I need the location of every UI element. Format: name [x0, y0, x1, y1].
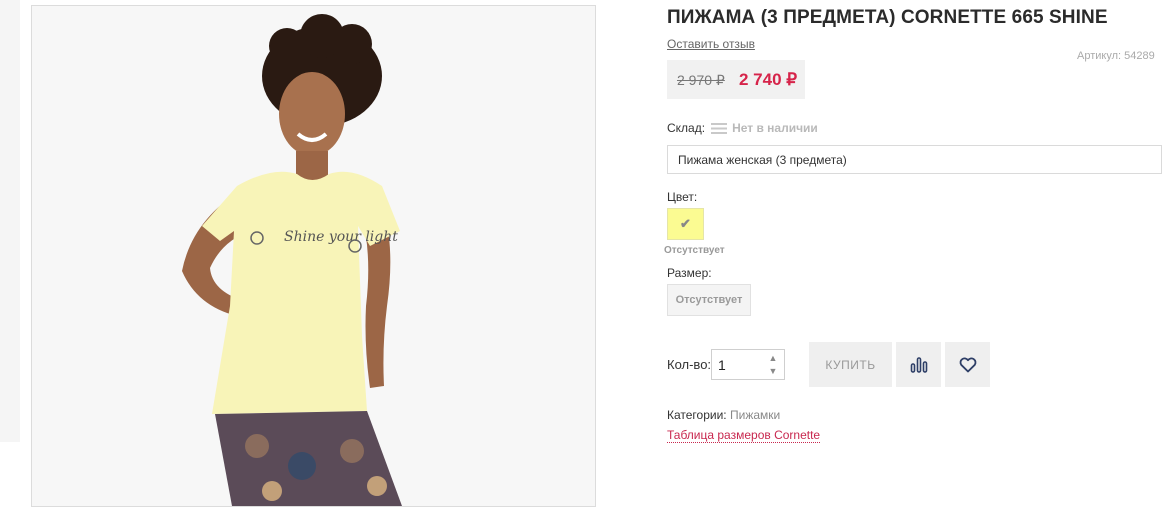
chevron-up-icon[interactable]: ▲: [766, 352, 780, 364]
categories-label: Категории:: [667, 408, 727, 422]
chevron-down-icon[interactable]: ▼: [766, 365, 780, 377]
checkmark-icon: ✔: [680, 216, 691, 231]
color-label: Цвет:: [667, 190, 698, 204]
buy-button[interactable]: КУПИТЬ: [809, 342, 892, 387]
leave-review-link[interactable]: Оставить отзыв: [667, 37, 755, 51]
size-table-link[interactable]: Таблица размеров Cornette: [667, 428, 821, 443]
product-title: ПИЖАМА (3 ПРЕДМЕТА) CORNETTE 665 SHINE: [667, 7, 1108, 28]
product-image[interactable]: Shine your light: [31, 5, 596, 507]
quantity-stepper: ▲ ▼: [711, 349, 785, 380]
page-edge: [0, 0, 20, 442]
compare-button[interactable]: [896, 342, 941, 387]
current-price: 2 740 ₽: [739, 70, 798, 89]
color-swatch-yellow[interactable]: ✔: [667, 208, 704, 240]
category-link[interactable]: Пижамки: [730, 408, 780, 422]
old-price: 2 970 ₽: [677, 72, 725, 88]
svg-text:Shine your light: Shine your light: [284, 229, 398, 245]
color-availability-note: Отсутствует: [664, 245, 725, 256]
size-label: Размер:: [667, 266, 712, 280]
product-photo: Shine your light: [32, 6, 595, 506]
quantity-input[interactable]: [712, 350, 774, 379]
heart-icon: [959, 357, 976, 372]
list-icon: [711, 122, 728, 134]
stock-status: Нет в наличии: [732, 121, 818, 135]
size-option[interactable]: Отсутствует: [667, 284, 751, 316]
quantity-label: Кол-во:: [667, 357, 712, 372]
sku-label: Артикул: 54289: [1077, 50, 1155, 62]
stock-row: Склад: Нет в наличии: [667, 121, 818, 135]
variant-select[interactable]: Пижама женская (3 предмета): [667, 145, 1162, 174]
variant-selected-value: Пижама женская (3 предмета): [678, 153, 847, 167]
categories-row: Категории: Пижамки: [667, 408, 780, 422]
price-box: 2 970 ₽ 2 740 ₽: [667, 60, 805, 99]
bar-chart-icon: [910, 356, 927, 373]
wishlist-button[interactable]: [945, 342, 990, 387]
stock-label: Склад:: [667, 121, 706, 135]
